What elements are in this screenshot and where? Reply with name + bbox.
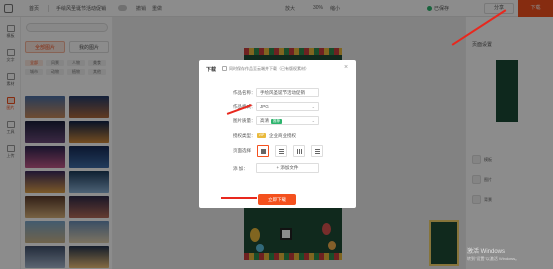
annotation-arrow [221,197,257,199]
add-file-button[interactable]: + 添加文件 [256,163,319,173]
format-select[interactable]: JPG ⌄ [256,102,319,111]
layout-columns[interactable] [293,145,305,157]
layout-single[interactable] [257,145,269,157]
dialog-title: 下载 [206,67,217,73]
activation-watermark-sub: 转到"设置"以激活 Windows。 [467,256,520,261]
layout-grid[interactable] [311,145,323,157]
name-field[interactable]: 手绘风圣诞节活动促销 [256,88,319,97]
download-now-button[interactable]: 立即下载 [258,194,296,205]
download-dialog: 下载 同时保存作品至云端并下载（已有版权素材） × 作品名称： 手绘风圣诞节活动… [199,60,356,208]
chevron-down-icon: ⌄ [311,118,315,123]
grid-1-icon [261,149,266,154]
recommended-badge: 推荐 [271,119,282,124]
activation-watermark: 激活 Windows [467,249,506,255]
grid-cols-icon [297,149,302,154]
grid-4-icon [315,149,320,154]
grid-rows-icon [279,149,284,154]
pages-label: 页面选择 [233,148,251,153]
save-to-cloud-label: 同时保存作品至云端并下载（已有版权素材） [229,66,309,71]
quality-label: 图片质量： [233,118,256,123]
add-label: 添 加： [233,166,248,171]
layout-rows[interactable] [275,145,287,157]
vip-badge: VIP [257,133,266,138]
quality-select[interactable]: 高清 推荐 ⌄ [256,116,319,125]
name-label: 作品名称： [233,90,256,95]
license-label: 授权类型： [233,133,256,138]
chevron-down-icon: ⌄ [311,104,315,109]
close-icon[interactable]: × [344,64,348,71]
save-to-cloud-checkbox[interactable] [222,66,227,71]
license-value: 企业商业授权 [269,133,296,138]
